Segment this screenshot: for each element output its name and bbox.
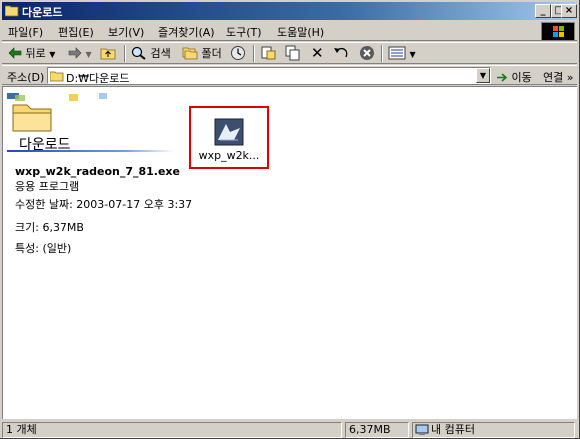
explorer-window: 다운로드 _ □ × 파일(F) 편집(E) 보기(V) 즐겨찾기(A) 도구(…: [0, 0, 580, 439]
history-icon: [231, 46, 245, 60]
windows-flag-icon: [553, 26, 565, 38]
details-file-name: wxp_w2k_radeon_7_81.exe: [15, 165, 180, 178]
history-button[interactable]: [230, 45, 246, 63]
details-size: 크기: 6,37MB: [15, 221, 84, 234]
undo-button[interactable]: [333, 45, 351, 63]
address-folder-icon: [50, 71, 64, 82]
menu-tools[interactable]: 도구(T): [226, 24, 262, 40]
search-label: 검색: [150, 47, 171, 60]
undo-icon: [334, 47, 348, 58]
folder-banner: 다운로드: [7, 93, 177, 153]
views-button[interactable]: ▼: [388, 45, 416, 63]
delete-button[interactable]: ✕: [311, 45, 324, 63]
status-bar: 1 개체 6,37MB 내 컴퓨터: [2, 421, 577, 438]
search-icon: [131, 46, 146, 60]
address-dropdown-button[interactable]: ▼: [476, 68, 490, 83]
cancel-icon: [360, 46, 374, 60]
copy-to-icon: [285, 45, 300, 61]
links-toolbar[interactable]: 연결 »: [543, 69, 573, 85]
views-icon: [388, 46, 406, 60]
menu-view[interactable]: 보기(V): [108, 24, 144, 40]
file-label: wxp_w2k...: [198, 149, 260, 162]
file-view: 다운로드 wxp_w2k_radeon_7_81.exe 응용 프로그램 수정한…: [2, 86, 577, 419]
menu-help[interactable]: 도움말(H): [277, 24, 324, 40]
toolbar-separator: [124, 45, 126, 62]
details-file-type: 응용 프로그램: [15, 180, 80, 193]
forward-button[interactable]: ▼: [68, 45, 92, 63]
back-arrow-icon: [8, 47, 22, 59]
menu-favorites[interactable]: 즐겨찾기(A): [158, 24, 215, 40]
folders-icon: [182, 47, 198, 60]
windows-logo: [541, 22, 575, 41]
address-bar: 주소(D) D:₩다운로드 ▼ 이동 연결 »: [2, 65, 577, 85]
menu-bar: 파일(F) 편집(E) 보기(V) 즐겨찾기(A) 도구(T) 도움말(H): [2, 21, 577, 41]
go-arrow-icon: [497, 73, 508, 82]
details-modified: 수정한 날짜: 2003-07-17 오후 3:37: [15, 198, 193, 211]
banner-underline: [7, 150, 175, 152]
forward-dropdown-icon: ▼: [85, 50, 92, 59]
window-title: 다운로드: [22, 6, 63, 19]
move-to-icon: [261, 46, 276, 60]
folders-button[interactable]: 폴더: [182, 45, 222, 63]
installer-icon: [214, 118, 244, 146]
title-bar[interactable]: 다운로드 _ □: [2, 2, 577, 20]
folder-icon: [5, 5, 19, 17]
search-button[interactable]: 검색: [131, 45, 171, 63]
move-to-button[interactable]: [261, 45, 277, 63]
status-size: 6,37MB: [345, 422, 409, 438]
delete-icon: ✕: [311, 44, 324, 62]
address-field[interactable]: D:₩다운로드 ▼: [47, 67, 491, 85]
standard-toolbar: 뒤로 ▼ ▼ 검색 폴더 ✕ ▼: [2, 42, 577, 64]
file-item[interactable]: wxp_w2k...: [189, 106, 269, 169]
up-button[interactable]: [100, 45, 116, 63]
toolbar-separator-2: [253, 45, 255, 62]
views-dropdown-icon: ▼: [409, 50, 416, 59]
status-location: 내 컴퓨터: [412, 422, 575, 438]
close-button[interactable]: ×: [561, 4, 577, 18]
status-objects: 1 개체: [2, 422, 342, 438]
status-location-label: 내 컴퓨터: [431, 423, 475, 436]
copy-to-button[interactable]: [285, 45, 301, 63]
address-label: 주소(D): [7, 71, 45, 84]
minimize-button[interactable]: _: [535, 4, 551, 18]
back-button[interactable]: 뒤로 ▼: [8, 45, 55, 63]
back-dropdown-icon: ▼: [49, 50, 56, 59]
forward-arrow-icon: [68, 47, 82, 59]
toolbar-separator-3: [381, 45, 383, 62]
menu-edit[interactable]: 편집(E): [58, 24, 94, 40]
go-label: 이동: [511, 71, 532, 84]
my-computer-icon: [415, 424, 429, 435]
folders-label: 폴더: [201, 47, 222, 60]
back-label: 뒤로: [25, 47, 46, 60]
cancel-button[interactable]: [359, 45, 375, 63]
go-button[interactable]: 이동: [496, 69, 532, 85]
address-value: D:₩다운로드: [66, 72, 130, 85]
details-attributes: 특성: (일반): [15, 242, 72, 255]
up-folder-icon: [100, 48, 116, 60]
menu-file[interactable]: 파일(F): [8, 24, 43, 40]
